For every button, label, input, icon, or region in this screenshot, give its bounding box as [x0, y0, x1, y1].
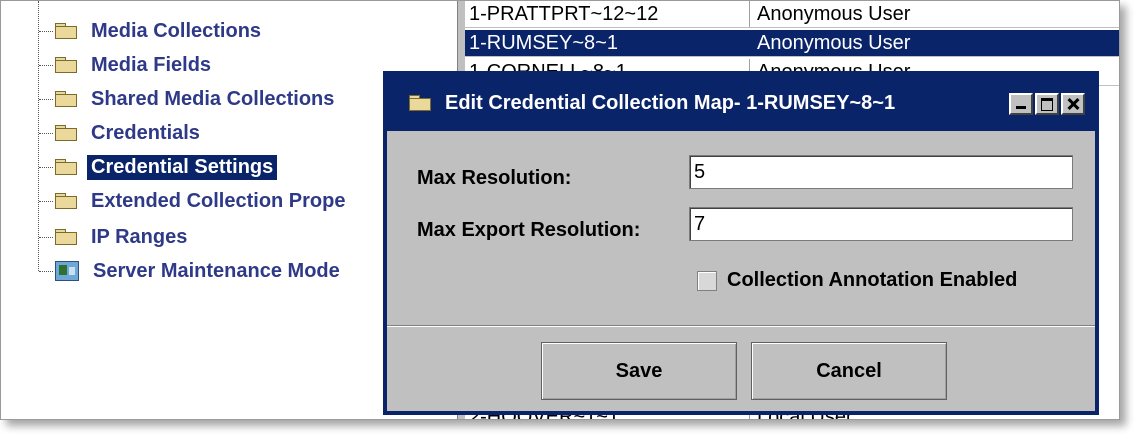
tree-item-ip-ranges[interactable]: IP Ranges: [39, 223, 191, 251]
tree-branch: [39, 270, 53, 272]
column-separator: [749, 1, 750, 27]
cell-collection: 1-RUMSEY~8~1: [469, 32, 618, 54]
close-icon[interactable]: [1061, 93, 1085, 115]
max-export-resolution-label: Max Export Resolution:: [417, 219, 641, 241]
tree-item-server-maintenance-mode[interactable]: Server Maintenance Mode: [39, 257, 344, 285]
tree-branch: [39, 30, 53, 32]
tree-branch: [39, 166, 53, 168]
tree-item-extended-collection-properties[interactable]: Extended Collection Prope: [39, 187, 349, 215]
tree-item-label: Media Fields: [91, 53, 212, 76]
max-resolution-input[interactable]: [689, 155, 1073, 189]
folder-icon: [55, 23, 77, 39]
table-row-selected[interactable]: 1-RUMSEY~8~1 Anonymous User: [465, 30, 1119, 57]
tree-item-label: Media Collections: [91, 19, 262, 42]
tree-branch: [39, 236, 53, 238]
cancel-button[interactable]: Cancel: [751, 342, 947, 400]
cell-user: Anonymous User: [757, 3, 911, 25]
tree-item-credential-settings[interactable]: Credential Settings: [39, 153, 278, 181]
save-button[interactable]: Save: [541, 342, 737, 400]
folder-icon: [55, 125, 77, 141]
cell-collection: 1-PRATTPRT~12~12: [469, 3, 659, 25]
column-separator: [749, 30, 750, 56]
maximize-icon[interactable]: [1035, 93, 1059, 115]
tree-item-label: Credential Settings: [87, 154, 278, 180]
edit-credential-dialog: Edit Credential Collection Map- 1-RUMSEY…: [383, 71, 1099, 415]
tree-item-label: Extended Collection Prope: [91, 189, 346, 212]
tree-item-label: Shared Media Collections: [91, 87, 335, 110]
dialog-divider: [387, 325, 1095, 327]
cell-user: Anonymous User: [757, 32, 911, 54]
minimize-icon[interactable]: [1009, 93, 1033, 115]
tree-item-media-collections[interactable]: Media Collections: [39, 17, 265, 45]
window-controls: [1009, 93, 1085, 115]
tree-item-label: IP Ranges: [91, 225, 188, 248]
annotation-option[interactable]: Collection Annotation Enabled: [697, 269, 1017, 292]
tree-item-credentials[interactable]: Credentials: [39, 119, 204, 147]
folder-icon: [55, 193, 77, 209]
tree-item-label: Credentials: [91, 121, 200, 144]
max-export-resolution-input[interactable]: [689, 207, 1073, 241]
max-resolution-label: Max Resolution:: [417, 167, 572, 189]
folder-icon: [55, 91, 77, 107]
tree-item-label: Server Maintenance Mode: [93, 259, 340, 282]
annotation-checkbox[interactable]: [697, 270, 717, 291]
dialog-titlebar[interactable]: Edit Credential Collection Map- 1-RUMSEY…: [387, 75, 1095, 131]
folder-icon: [409, 95, 431, 111]
table-row[interactable]: 1-PRATTPRT~12~12 Anonymous User: [465, 1, 1119, 28]
tree-branch: [39, 64, 53, 66]
tree-branch: [39, 200, 53, 202]
tree-branch: [39, 98, 53, 100]
tree-item-media-fields[interactable]: Media Fields: [39, 51, 215, 79]
tree-branch: [39, 132, 53, 134]
server-icon: [55, 261, 79, 281]
application-window: Media Collections Media Fields Shared Me…: [0, 0, 1120, 420]
dialog-title: Edit Credential Collection Map- 1-RUMSEY…: [445, 91, 896, 114]
annotation-checkbox-label: Collection Annotation Enabled: [727, 269, 1018, 291]
tree-item-shared-media-collections[interactable]: Shared Media Collections: [39, 85, 338, 113]
folder-icon: [55, 57, 77, 73]
folder-icon: [55, 159, 77, 175]
folder-icon: [55, 229, 77, 245]
